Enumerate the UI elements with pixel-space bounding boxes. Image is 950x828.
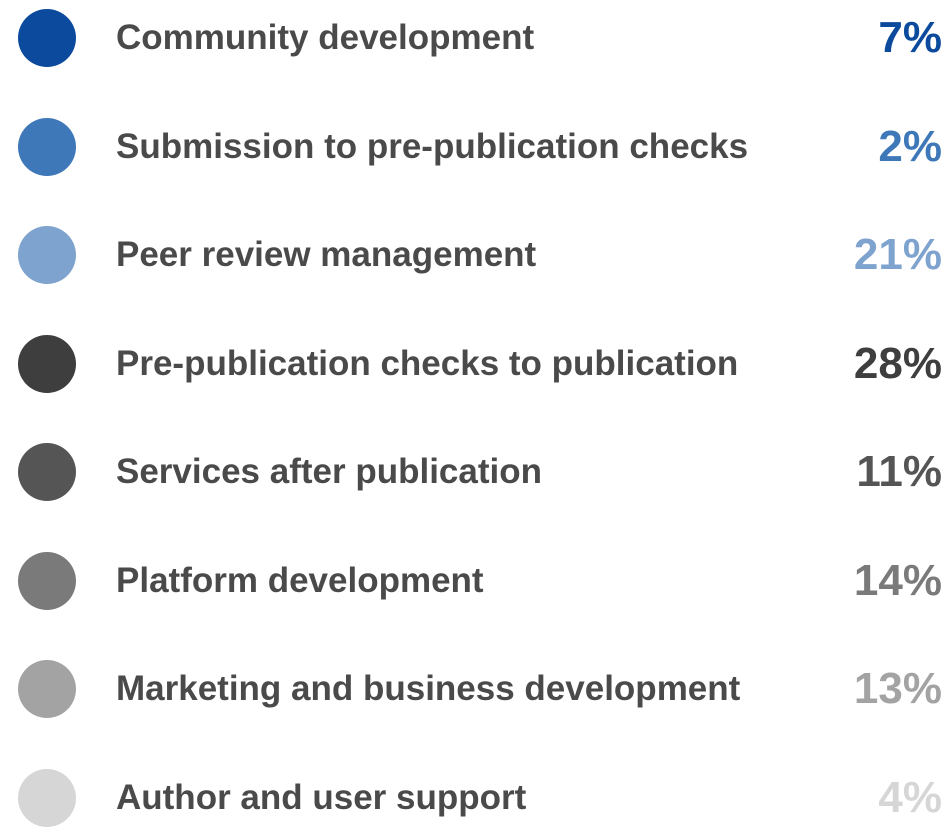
slice-value-label: 11%	[856, 447, 942, 496]
legend-swatch	[18, 9, 76, 67]
legend-label: Services after publication	[116, 452, 542, 491]
legend-item: Marketing and business development 13%	[0, 659, 950, 719]
legend-item: Pre-publication checks to publication 28%	[0, 334, 950, 394]
legend-label: Pre-publication checks to publication	[116, 343, 739, 383]
legend-label: Submission to pre-publication checks	[116, 126, 749, 166]
legend-label: Platform development	[116, 560, 484, 600]
slice-value-label: 13%	[853, 664, 942, 713]
legend-item: Peer review management 21%	[0, 225, 950, 285]
legend-swatch	[18, 551, 76, 610]
slice-value-label: 14%	[853, 555, 942, 605]
legend-item: Community development 7%	[0, 8, 950, 68]
legend-item: Platform development 14%	[0, 551, 950, 611]
chart-legend: Community development 7% Submission to pre…	[0, 0, 950, 827]
legend-swatch	[18, 226, 76, 284]
slice-value-label: 7%	[878, 13, 942, 62]
legend-item: Services after publication 11%	[0, 442, 950, 502]
legend-swatch	[18, 334, 76, 393]
legend-swatch	[18, 117, 76, 176]
slice-value-label: 28%	[853, 338, 942, 388]
legend-label: Peer review management	[116, 235, 537, 274]
slice-value-label: 21%	[853, 230, 942, 279]
legend-label: Author and user support	[116, 777, 527, 817]
legend-swatch	[18, 443, 76, 501]
legend-label: Marketing and business development	[116, 669, 741, 708]
slice-value-label: 2%	[878, 121, 942, 171]
slice-value-label: 4%	[878, 772, 942, 822]
legend-item: Author and user support 4%	[0, 768, 950, 828]
legend-item: Submission to pre-publication checks 2%	[0, 117, 950, 177]
legend-label: Community development	[116, 18, 535, 57]
legend-swatch	[18, 660, 76, 718]
